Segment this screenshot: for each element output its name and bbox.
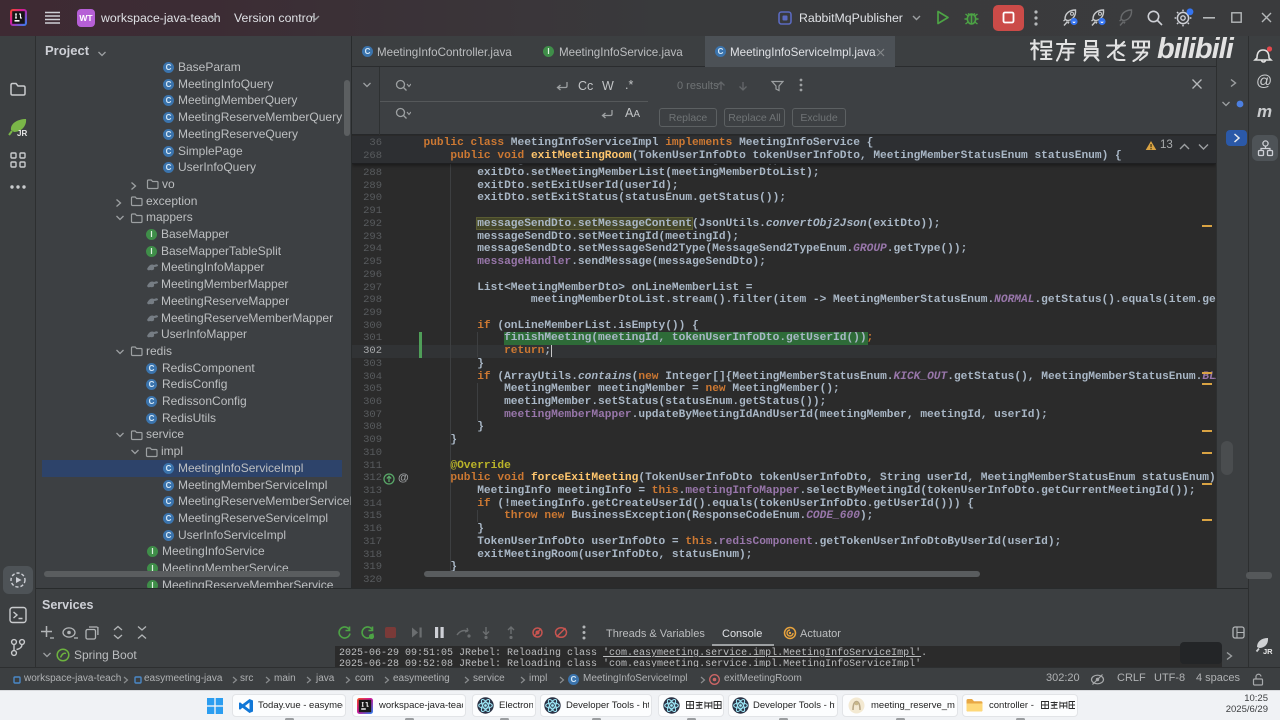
svg-text:JR: JR (1263, 647, 1273, 656)
svg-text:JR: JR (17, 129, 27, 138)
